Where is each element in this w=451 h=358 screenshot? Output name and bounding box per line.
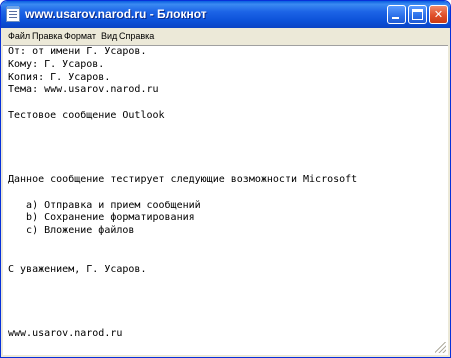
- menu-bar: Файл Правка Формат Вид Справка: [1, 28, 450, 45]
- minimize-button[interactable]: [387, 5, 406, 24]
- menu-edit[interactable]: Правка: [32, 31, 62, 41]
- menu-help[interactable]: Справка: [119, 31, 154, 41]
- notepad-window: www.usarov.narod.ru - Блокнот ✕ Файл Пра…: [0, 0, 451, 358]
- resize-grip-icon[interactable]: [435, 342, 446, 353]
- maximize-button[interactable]: [408, 5, 427, 24]
- window-title: www.usarov.narod.ru - Блокнот: [25, 7, 207, 21]
- menu-file[interactable]: Файл: [8, 31, 30, 41]
- maximize-icon: [412, 9, 423, 20]
- close-button[interactable]: ✕: [429, 5, 448, 24]
- document-text[interactable]: От: от имени Г. Усаров. Кому: Г. Усаров.…: [8, 46, 357, 340]
- notepad-icon[interactable]: [6, 6, 20, 22]
- text-editor[interactable]: От: от имени Г. Усаров. Кому: Г. Усаров.…: [3, 45, 448, 355]
- minimize-icon: [392, 17, 399, 19]
- menu-view[interactable]: Вид: [101, 31, 117, 41]
- close-icon: ✕: [433, 8, 444, 21]
- title-bar[interactable]: www.usarov.narod.ru - Блокнот ✕: [1, 1, 450, 28]
- menu-format[interactable]: Формат: [64, 31, 96, 41]
